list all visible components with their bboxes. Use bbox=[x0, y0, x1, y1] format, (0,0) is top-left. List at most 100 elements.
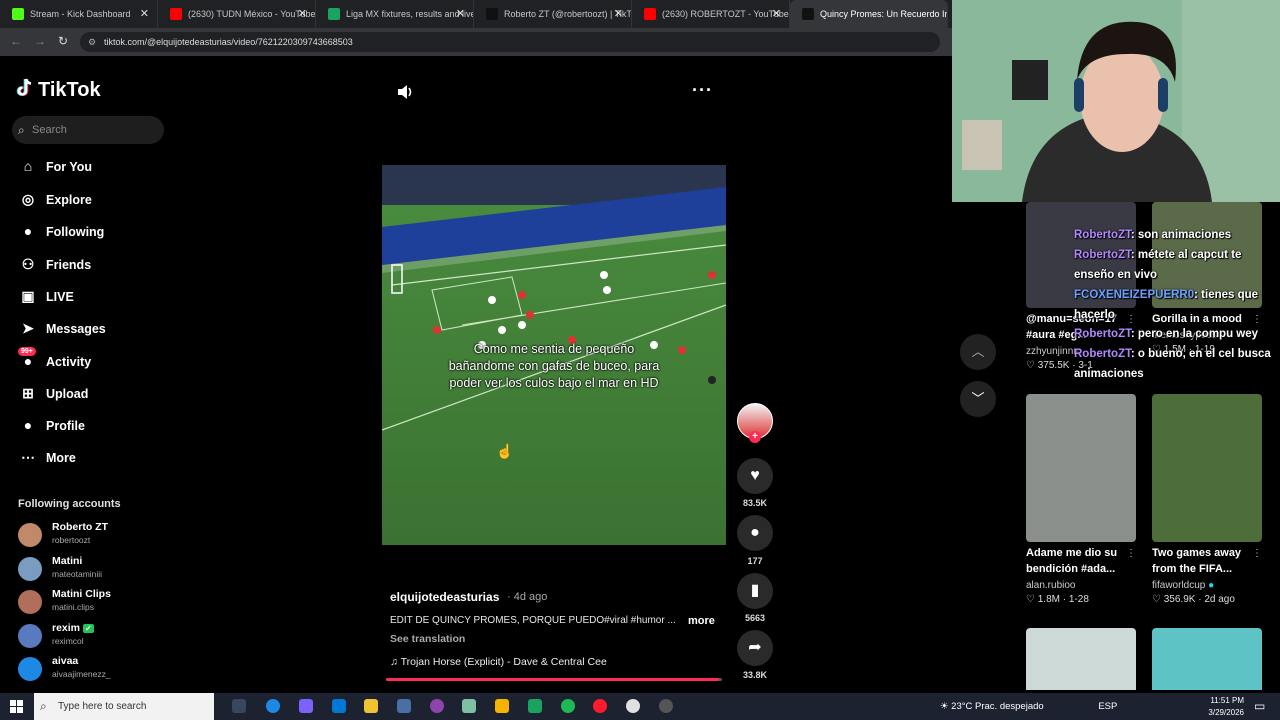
browser-tab[interactable]: Roberto ZT (@robertoozt) | TikTok ✕ bbox=[474, 0, 632, 28]
sidebar-item-for-you[interactable]: ⌂ For You bbox=[18, 158, 92, 174]
avatar bbox=[18, 523, 42, 547]
browser-nav-bar: ← → ↻ ⚙ tiktok.com/@elquijotedeasturias/… bbox=[0, 28, 952, 56]
share-button[interactable]: ➦ bbox=[737, 630, 773, 666]
close-tab-icon[interactable]: ✕ bbox=[772, 0, 781, 28]
close-tab-icon[interactable]: ✕ bbox=[140, 0, 149, 28]
more-options-icon[interactable]: ··· bbox=[692, 80, 713, 101]
comment-button[interactable]: ● bbox=[737, 515, 773, 551]
music-title: Trojan Horse (Explicit) - Dave & Central… bbox=[400, 656, 607, 668]
chat-text: : son animaciones bbox=[1130, 229, 1232, 241]
windows-start-icon[interactable] bbox=[10, 700, 23, 713]
tiktok-sidebar: TikTok ⌕ Search ⌂ For You ◎ Explore ● Followi… bbox=[0, 56, 180, 690]
back-icon[interactable]: ← bbox=[10, 34, 22, 48]
recommended-video-card[interactable]: ⋮ Two games away from the FIFA... fifaworl… bbox=[1152, 394, 1262, 605]
video-thumbnail[interactable] bbox=[1152, 628, 1262, 690]
file-explorer-icon[interactable] bbox=[495, 699, 509, 713]
sidebar-item-label: Profile bbox=[46, 419, 85, 433]
tab-favicon-icon bbox=[170, 8, 182, 20]
notifications-icon[interactable]: ▭ bbox=[1254, 699, 1265, 713]
system-tray: ☀ 23°C Prac. despejado ESP bbox=[940, 693, 1117, 720]
edge-icon[interactable] bbox=[266, 699, 280, 713]
tiktok-logo[interactable]: TikTok bbox=[16, 78, 101, 102]
recommended-video-card[interactable]: ⋮ Adame me dio su bendición #ada... alan.r… bbox=[1026, 394, 1136, 605]
sidebar-item-upload[interactable]: ⊞ Upload bbox=[18, 385, 88, 402]
sidebar-item-label: For You bbox=[46, 160, 93, 174]
recommended-video-card[interactable] bbox=[1152, 628, 1262, 690]
account-username: aivaajimenezz_ bbox=[52, 669, 111, 679]
sidebar-item-profile[interactable]: ● Profile bbox=[18, 417, 85, 433]
store-icon[interactable] bbox=[364, 699, 378, 713]
obs-icon[interactable] bbox=[659, 699, 673, 713]
language-indicator[interactable]: ESP bbox=[1098, 701, 1117, 712]
sheets-icon[interactable] bbox=[528, 699, 542, 713]
tab-favicon-icon bbox=[644, 8, 656, 20]
comment-count: 177 bbox=[747, 556, 763, 566]
browser-tab[interactable]: Stream - Kick Dashboard ✕ bbox=[0, 0, 158, 28]
avatar bbox=[18, 590, 42, 614]
sidebar-item-activity[interactable]: ● Activity 99+ bbox=[18, 347, 91, 369]
address-bar[interactable]: ⚙ tiktok.com/@elquijotedeasturias/video/… bbox=[80, 32, 940, 52]
video-stats: ♡ 1.8M · 1-28 bbox=[1026, 593, 1089, 605]
tab-label: (2630) ROBERTOZT - YouTube bbox=[662, 9, 789, 19]
tiktok-note-icon bbox=[16, 78, 32, 96]
video-caption: Como me sentia de pequeño bañandome con … bbox=[448, 342, 660, 390]
chrome-icon[interactable] bbox=[626, 699, 640, 713]
search-icon: ⌕ bbox=[40, 699, 47, 713]
taskbar-search-placeholder: Type here to search bbox=[58, 701, 147, 712]
recommended-video-card[interactable] bbox=[1026, 628, 1136, 690]
mail-icon[interactable] bbox=[332, 699, 346, 713]
music-link[interactable]: ♫ Trojan Horse (Explicit) - Dave & Centr… bbox=[390, 656, 607, 668]
video-author[interactable]: elquijotedeasturias bbox=[390, 590, 499, 604]
copilot-icon[interactable] bbox=[299, 699, 313, 713]
search-input[interactable]: ⌕ Search bbox=[12, 116, 164, 144]
vscode-icon[interactable] bbox=[397, 699, 411, 713]
app-icon[interactable] bbox=[430, 699, 444, 713]
close-tab-icon[interactable]: ✕ bbox=[298, 0, 307, 28]
chat-username: RobertoZT bbox=[1074, 348, 1131, 361]
reload-icon[interactable]: ↻ bbox=[58, 34, 68, 48]
video-thumbnail[interactable] bbox=[1026, 628, 1136, 690]
sidebar-item-following[interactable]: ● Following bbox=[18, 223, 105, 239]
like-button[interactable]: ♥ bbox=[737, 458, 773, 494]
chat-message: FCOXENEIZEPUERR0: tienes que hacerlo bbox=[1074, 286, 1274, 326]
sidebar-item-friends[interactable]: ⚇ Friends bbox=[18, 256, 91, 273]
forward-icon[interactable]: → bbox=[34, 34, 46, 48]
previous-video-button[interactable]: ︿ bbox=[960, 334, 996, 370]
taskbar-search-input[interactable]: ⌕ Type here to search bbox=[34, 693, 214, 720]
activity-badge: 99+ bbox=[18, 347, 36, 356]
see-translation-link[interactable]: See translation bbox=[390, 633, 465, 645]
close-tab-icon[interactable]: ✕ bbox=[614, 0, 623, 28]
video-player[interactable]: Como me sentia de pequeño bañandome con … bbox=[382, 165, 726, 545]
account-username: reximcol bbox=[52, 635, 84, 646]
save-button[interactable]: ▮ bbox=[737, 573, 773, 609]
close-tab-icon[interactable]: ✕ bbox=[456, 0, 465, 28]
volume-icon[interactable] bbox=[397, 84, 415, 105]
next-video-button[interactable]: ﹀ bbox=[960, 381, 996, 417]
notepad-icon[interactable] bbox=[462, 699, 476, 713]
plus-box-icon: ⊞ bbox=[22, 385, 34, 401]
sidebar-item-live[interactable]: ▣ LIVE bbox=[18, 288, 73, 305]
task-view-icon[interactable] bbox=[232, 699, 246, 713]
sidebar-item-more[interactable]: ⋯ More bbox=[18, 449, 76, 466]
kebab-menu-icon[interactable]: ⋮ bbox=[1126, 548, 1136, 559]
browser-tab[interactable]: (2630) ROBERTOZT - YouTube ✕ bbox=[632, 0, 790, 28]
clock-date: 3/29/2026 bbox=[1208, 708, 1244, 717]
opera-icon[interactable] bbox=[593, 699, 607, 713]
sidebar-item-messages[interactable]: ➤ Messages bbox=[18, 320, 106, 337]
tab-favicon-icon bbox=[328, 8, 340, 20]
sidebar-item-explore[interactable]: ◎ Explore bbox=[18, 191, 92, 208]
account-username: robertoozt bbox=[52, 535, 91, 545]
video-thumbnail[interactable] bbox=[1026, 394, 1136, 542]
spotify-icon[interactable] bbox=[561, 699, 575, 713]
description-more-link[interactable]: more bbox=[688, 615, 715, 627]
video-thumbnail[interactable] bbox=[1152, 394, 1262, 542]
browser-tab[interactable]: Liga MX fixtures, results and live ✕ bbox=[316, 0, 474, 28]
browser-tab[interactable]: (2630) TUDN México - YouTube ✕ bbox=[158, 0, 316, 28]
kebab-menu-icon[interactable]: ⋮ bbox=[1252, 548, 1262, 559]
clock[interactable]: 11:51 PM 3/29/2026 bbox=[1200, 695, 1244, 719]
account-name: Roberto ZT bbox=[52, 521, 108, 533]
site-info-icon[interactable]: ⚙ bbox=[88, 32, 96, 52]
follow-plus-icon[interactable]: + bbox=[749, 431, 761, 443]
video-progress-bar[interactable] bbox=[386, 678, 722, 681]
browser-tab[interactable]: Quincy Promes: Un Recuerdo In bbox=[790, 0, 948, 28]
